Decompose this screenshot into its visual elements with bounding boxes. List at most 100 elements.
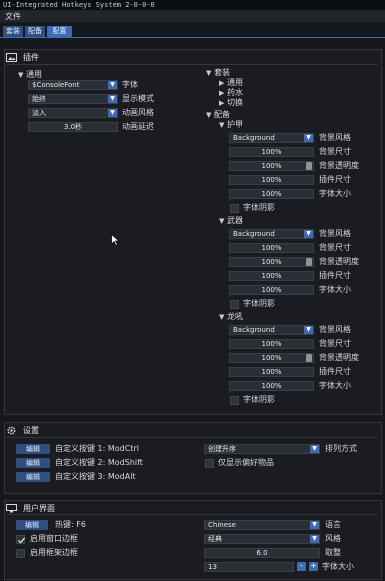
equip-0-opacity-label: 背景透明度 — [319, 161, 359, 170]
hotkey-1-label: 自定义按键 1: ModCtrl — [55, 444, 139, 453]
equip-0-size-field[interactable]: 100% — [229, 147, 314, 157]
equip-1-size-field[interactable]: 100% — [229, 243, 314, 253]
equip-1-font-size-label: 字体大小 — [319, 285, 351, 294]
equip-1-opacity-field[interactable]: 100% — [229, 257, 314, 267]
triangle-down-icon: ▼ — [219, 217, 225, 225]
equip-2-opacity-label: 背景透明度 — [319, 353, 359, 362]
frame-border-checkbox[interactable] — [16, 549, 25, 558]
tab-config[interactable]: 配置 — [47, 26, 72, 37]
tree-sets-general[interactable]: ▶ 通用 — [219, 78, 243, 88]
equip-0-opacity-field[interactable]: 100% — [229, 161, 314, 171]
equip-0-font-size-label: 字体大小 — [319, 189, 351, 198]
slider-knob[interactable] — [306, 258, 312, 266]
slider-knob[interactable] — [306, 354, 312, 362]
equip-2-shadow-label: 字体阴影 — [243, 395, 275, 404]
font-label: 字体 — [122, 80, 138, 89]
equip-0-shadow-checkbox[interactable] — [230, 204, 239, 213]
edit-hotkey-3-button[interactable]: 编辑 — [16, 472, 50, 482]
equip-1-font-size-field[interactable]: 100% — [229, 285, 314, 295]
tree-equip-group-2[interactable]: ▼ 龙吼 — [219, 312, 243, 322]
tree-sets-toggle[interactable]: ▶ 切换 — [219, 98, 243, 108]
equip-0-plugin-size-field[interactable]: 100% — [229, 175, 314, 185]
equip-1-plugin-size-label: 插件尺寸 — [319, 271, 351, 280]
ui-title: 用户界面 — [23, 503, 55, 513]
equip-1-shadow-checkbox[interactable] — [230, 300, 239, 309]
ui-header[interactable]: 用户界面 — [6, 502, 55, 514]
settings-separator — [6, 437, 378, 438]
equip-0-size-label: 背景尺寸 — [319, 147, 351, 156]
anim-style-select[interactable]: 淡入 ▼ — [28, 108, 118, 118]
triangle-down-icon: ▼ — [206, 69, 212, 77]
mouse-cursor-icon — [111, 234, 120, 246]
tab-equip[interactable]: 配备 — [25, 26, 45, 37]
display-mode-label: 显示模式 — [122, 94, 154, 103]
ui-hotkey-label: 热键: F6 — [55, 520, 86, 529]
equip-2-size-field[interactable]: 100% — [229, 339, 314, 349]
window-title: UI-Integrated Hotkeys System 2-0-0-0 — [0, 0, 385, 10]
equip-2-opacity-field[interactable]: 100% — [229, 353, 314, 363]
picture-icon — [6, 52, 17, 62]
equip-0-font-size-field[interactable]: 100% — [229, 189, 314, 199]
font-select[interactable]: $ConsoleFont ▼ — [28, 80, 118, 90]
plugins-separator — [6, 64, 378, 65]
equip-2-font-size-field[interactable]: 100% — [229, 381, 314, 391]
slider-knob[interactable] — [306, 162, 312, 170]
tab-sets[interactable]: 套装 — [3, 26, 23, 37]
equip-0-shadow-label: 字体阴影 — [243, 203, 275, 212]
tree-equip-group-0[interactable]: ▼ 护甲 — [219, 120, 243, 130]
window-border-checkbox[interactable] — [16, 535, 26, 544]
increase-font-button[interactable]: + — [309, 562, 318, 571]
plugins-header[interactable]: 插件 — [6, 51, 39, 63]
frame-border-label: 启用框架边框 — [30, 548, 78, 557]
favorites-label: 仅显示偏好物品 — [218, 458, 274, 467]
language-select[interactable]: Chinese ▼ — [204, 520, 320, 530]
equip-1-shadow-label: 字体阴影 — [243, 299, 275, 308]
equip-0-plugin-size-label: 插件尺寸 — [319, 175, 351, 184]
equip-0-style-select[interactable]: Background ▼ — [229, 133, 314, 143]
settings-title: 设置 — [23, 425, 39, 435]
adjust-field[interactable]: 6.0 — [204, 548, 320, 558]
triangle-right-icon: ▶ — [219, 89, 225, 97]
decrease-font-button[interactable]: - — [297, 562, 306, 571]
tree-general[interactable]: ▼ 通用 — [18, 70, 42, 80]
menu-file[interactable]: 文件 — [5, 12, 21, 22]
ui-font-size-label: 字体大小 — [322, 562, 354, 571]
settings-header[interactable]: 设置 — [6, 424, 39, 436]
equip-1-plugin-size-field[interactable]: 100% — [229, 271, 314, 281]
triangle-right-icon: ▶ — [219, 99, 225, 107]
equip-1-style-label: 背景风格 — [319, 229, 351, 238]
edit-hotkey-1-button[interactable]: 编辑 — [16, 444, 50, 454]
equip-2-size-label: 背景尺寸 — [319, 339, 351, 348]
chevron-down-icon: ▼ — [304, 326, 313, 334]
ui-font-size-field[interactable]: 13 — [204, 562, 294, 572]
equip-1-opacity-label: 背景透明度 — [319, 257, 359, 266]
tree-sets-potions[interactable]: ▶ 药水 — [219, 88, 243, 98]
equip-2-style-label: 背景风格 — [319, 325, 351, 334]
tree-equip[interactable]: ▼ 配备 — [206, 110, 230, 120]
triangle-down-icon: ▼ — [18, 71, 24, 79]
equip-2-shadow-checkbox[interactable] — [230, 396, 239, 405]
adjust-label: 取整 — [325, 548, 341, 557]
triangle-down-icon: ▼ — [219, 121, 225, 129]
tree-equip-group-1[interactable]: ▼ 武器 — [219, 216, 243, 226]
ui-style-select[interactable]: 经典 ▼ — [204, 534, 320, 544]
chevron-down-icon: ▼ — [310, 535, 319, 543]
equip-2-plugin-size-field[interactable]: 100% — [229, 367, 314, 377]
favorites-checkbox[interactable] — [205, 459, 214, 468]
triangle-right-icon: ▶ — [219, 79, 225, 87]
chevron-down-icon: ▼ — [108, 109, 117, 117]
edit-ui-hotkey-button[interactable]: 编辑 — [16, 520, 48, 530]
edit-hotkey-2-button[interactable]: 编辑 — [16, 458, 50, 468]
equip-2-style-select[interactable]: Background ▼ — [229, 325, 314, 335]
chevron-down-icon: ▼ — [108, 95, 117, 103]
chevron-down-icon: ▼ — [304, 134, 313, 142]
tab-underline — [0, 37, 385, 38]
tree-sets[interactable]: ▼ 套装 — [206, 68, 230, 78]
chevron-down-icon: ▼ — [304, 230, 313, 238]
sort-order-select[interactable]: 创建升序 ▼ — [204, 444, 320, 454]
equip-1-style-select[interactable]: Background ▼ — [229, 229, 314, 239]
plugins-title: 插件 — [23, 52, 39, 62]
anim-delay-field[interactable]: 3.0秒 — [28, 122, 118, 132]
display-mode-select[interactable]: 始终 ▼ — [28, 94, 118, 104]
sort-order-label: 排列方式 — [325, 444, 357, 453]
